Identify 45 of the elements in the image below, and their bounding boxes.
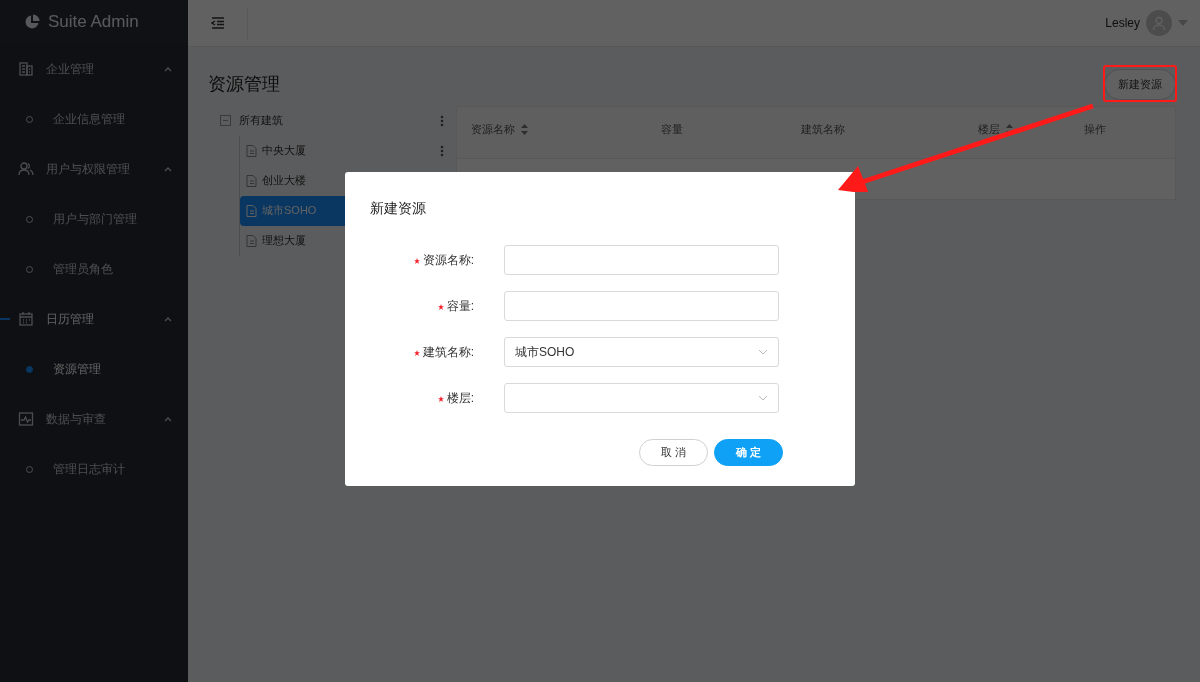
sort-icon[interactable] [1006, 123, 1013, 135]
chevron-down-icon [758, 395, 768, 401]
collapse-icon[interactable] [220, 115, 231, 126]
chart-icon [18, 411, 34, 427]
file-icon [246, 174, 257, 187]
column-header: 建筑名称 [801, 121, 845, 137]
chevron-up-icon [164, 66, 172, 72]
calendar-icon [18, 311, 34, 327]
file-icon [246, 204, 257, 217]
users-icon [18, 161, 34, 177]
chevron-up-icon [164, 416, 172, 422]
caret-down-icon[interactable] [1178, 20, 1188, 26]
bullet-icon [26, 365, 33, 373]
sort-icon[interactable] [521, 123, 528, 135]
cancel-button[interactable]: 取 消 [639, 439, 708, 466]
building-icon [18, 61, 34, 77]
user-name[interactable]: Lesley [1105, 14, 1140, 32]
chevron-up-icon [164, 166, 172, 172]
active-indicator [0, 318, 10, 320]
field-label: 建筑名称: [370, 343, 504, 361]
field-label: 容量: [370, 297, 504, 315]
page-title: 资源管理 [208, 72, 280, 96]
file-icon [246, 234, 257, 247]
menu-fold-icon[interactable] [210, 17, 225, 29]
tree-node[interactable]: 中央大厦 [240, 135, 444, 166]
chevron-up-icon [164, 316, 172, 322]
select-field[interactable]: 城市SOHO [504, 337, 779, 367]
logo-text: Suite Admin [48, 11, 139, 34]
field-label: 资源名称: [370, 251, 504, 269]
confirm-button[interactable]: 确 定 [714, 439, 783, 466]
chevron-down-icon [758, 349, 768, 355]
more-icon[interactable] [440, 114, 444, 127]
more-icon[interactable] [440, 144, 444, 157]
file-icon [246, 144, 257, 157]
select-field[interactable] [504, 383, 779, 413]
pie-chart-icon [24, 14, 40, 30]
dialog-title: 新建资源 [370, 199, 427, 218]
text-field[interactable] [504, 245, 779, 275]
new-resource-button[interactable]: 新建资源 [1104, 69, 1176, 100]
text-field[interactable] [504, 291, 779, 321]
menu-item[interactable]: 资源管理 [0, 344, 188, 394]
tree-node[interactable]: 所有建筑 [220, 105, 444, 136]
menu-group[interactable]: 日历管理 [0, 294, 188, 344]
tree-node[interactable]: 创业大楼 [240, 165, 444, 196]
field-label: 楼层: [370, 389, 504, 407]
